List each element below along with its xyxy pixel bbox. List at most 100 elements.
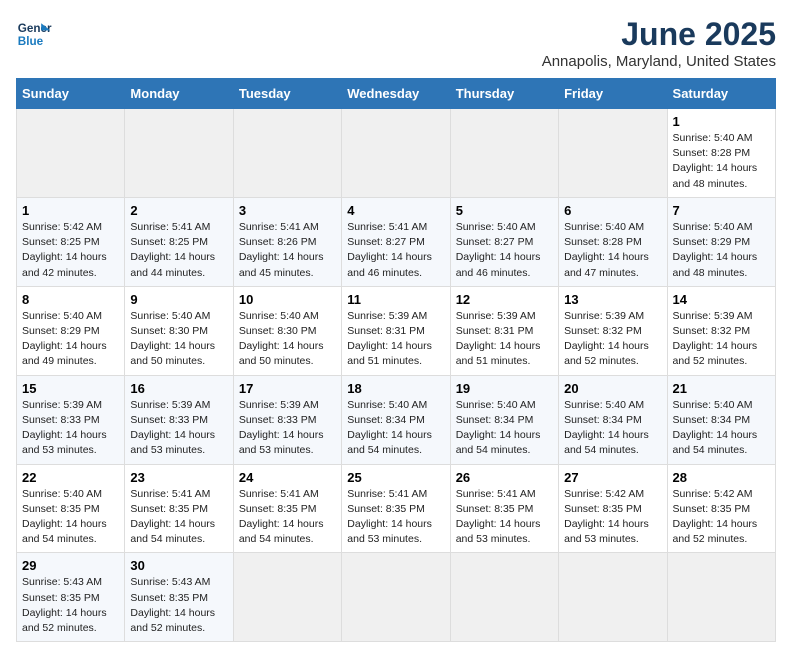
calendar-cell <box>233 553 341 642</box>
day-number: 4 <box>347 203 444 218</box>
day-detail: Sunrise: 5:40 AM Sunset: 8:27 PM Dayligh… <box>456 220 553 281</box>
day-detail: Sunrise: 5:39 AM Sunset: 8:31 PM Dayligh… <box>456 309 553 370</box>
month-title: June 2025 <box>542 16 776 53</box>
day-number: 1 <box>673 114 770 129</box>
calendar-cell: 5Sunrise: 5:40 AM Sunset: 8:27 PM Daylig… <box>450 197 558 286</box>
logo-icon: General Blue <box>16 16 52 52</box>
day-number: 29 <box>22 558 119 573</box>
day-detail: Sunrise: 5:40 AM Sunset: 8:34 PM Dayligh… <box>347 398 444 459</box>
day-detail: Sunrise: 5:43 AM Sunset: 8:35 PM Dayligh… <box>130 575 227 636</box>
calendar-cell: 15 Sunrise: 5:39 AM Sunset: 8:33 PM Dayli… <box>17 375 125 464</box>
day-detail: Sunrise: 5:40 AM Sunset: 8:29 PM Dayligh… <box>22 309 119 370</box>
day-number: 21 <box>673 381 770 396</box>
calendar-cell <box>125 109 233 198</box>
calendar-cell <box>233 109 341 198</box>
location-title: Annapolis, Maryland, United States <box>542 53 776 70</box>
calendar-cell: 24Sunrise: 5:41 AM Sunset: 8:35 PM Dayli… <box>233 464 341 553</box>
calendar-cell: 25Sunrise: 5:41 AM Sunset: 8:35 PM Dayli… <box>342 464 450 553</box>
day-number: 27 <box>564 470 661 485</box>
day-detail: Sunrise: 5:39 AM Sunset: 8:33 PM Dayligh… <box>22 398 119 459</box>
day-number: 18 <box>347 381 444 396</box>
day-number: 1 <box>22 203 119 218</box>
header-monday: Monday <box>125 79 233 109</box>
calendar-cell: 27 Sunrise: 5:42 AM Sunset: 8:35 PM Dayli… <box>559 464 667 553</box>
day-detail: Sunrise: 5:43 AM Sunset: 8:35 PM Dayligh… <box>22 575 119 636</box>
calendar-cell: 6 Sunrise: 5:40 AM Sunset: 8:28 PM Daylig… <box>559 197 667 286</box>
day-number: 19 <box>456 381 553 396</box>
calendar-cell <box>450 109 558 198</box>
calendar-cell: 1Sunrise: 5:40 AM Sunset: 8:28 PM Daylig… <box>667 109 775 198</box>
calendar-week-row: 1Sunrise: 5:40 AM Sunset: 8:28 PM Daylig… <box>17 109 776 198</box>
svg-text:Blue: Blue <box>18 35 44 48</box>
day-detail: Sunrise: 5:41 AM Sunset: 8:35 PM Dayligh… <box>347 487 444 548</box>
calendar-cell: 26 Sunrise: 5:41 AM Sunset: 8:35 PM Dayli… <box>450 464 558 553</box>
day-detail: Sunrise: 5:40 AM Sunset: 8:34 PM Dayligh… <box>673 398 770 459</box>
day-detail: Sunrise: 5:40 AM Sunset: 8:28 PM Dayligh… <box>564 220 661 281</box>
day-detail: Sunrise: 5:40 AM Sunset: 8:34 PM Dayligh… <box>564 398 661 459</box>
calendar-week-row: 8 Sunrise: 5:40 AM Sunset: 8:29 PM Daylig… <box>17 286 776 375</box>
day-detail: Sunrise: 5:39 AM Sunset: 8:33 PM Dayligh… <box>130 398 227 459</box>
logo: General Blue <box>16 16 52 52</box>
calendar-cell: 28Sunrise: 5:42 AM Sunset: 8:35 PM Dayli… <box>667 464 775 553</box>
day-number: 23 <box>130 470 227 485</box>
calendar-cell: 11 Sunrise: 5:39 AM Sunset: 8:31 PM Dayli… <box>342 286 450 375</box>
calendar-week-row: 15 Sunrise: 5:39 AM Sunset: 8:33 PM Dayli… <box>17 375 776 464</box>
calendar-cell: 4 Sunrise: 5:41 AM Sunset: 8:27 PM Daylig… <box>342 197 450 286</box>
calendar-cell <box>342 553 450 642</box>
day-detail: Sunrise: 5:41 AM Sunset: 8:35 PM Dayligh… <box>130 487 227 548</box>
day-number: 17 <box>239 381 336 396</box>
day-number: 13 <box>564 292 661 307</box>
day-detail: Sunrise: 5:41 AM Sunset: 8:27 PM Dayligh… <box>347 220 444 281</box>
calendar-cell <box>559 553 667 642</box>
title-area: June 2025 Annapolis, Maryland, United St… <box>542 16 776 70</box>
calendar-cell: 23 Sunrise: 5:41 AM Sunset: 8:35 PM Dayli… <box>125 464 233 553</box>
calendar-cell: 19 Sunrise: 5:40 AM Sunset: 8:34 PM Dayli… <box>450 375 558 464</box>
day-detail: Sunrise: 5:39 AM Sunset: 8:32 PM Dayligh… <box>564 309 661 370</box>
calendar-cell <box>17 109 125 198</box>
calendar-cell: 9Sunrise: 5:40 AM Sunset: 8:30 PM Daylig… <box>125 286 233 375</box>
day-detail: Sunrise: 5:42 AM Sunset: 8:35 PM Dayligh… <box>673 487 770 548</box>
calendar-cell: 3 Sunrise: 5:41 AM Sunset: 8:26 PM Daylig… <box>233 197 341 286</box>
day-detail: Sunrise: 5:41 AM Sunset: 8:26 PM Dayligh… <box>239 220 336 281</box>
day-number: 22 <box>22 470 119 485</box>
header-friday: Friday <box>559 79 667 109</box>
day-detail: Sunrise: 5:39 AM Sunset: 8:31 PM Dayligh… <box>347 309 444 370</box>
day-number: 7 <box>673 203 770 218</box>
day-number: 15 <box>22 381 119 396</box>
header-saturday: Saturday <box>667 79 775 109</box>
calendar-cell: 17Sunrise: 5:39 AM Sunset: 8:33 PM Dayli… <box>233 375 341 464</box>
calendar-cell: 22Sunrise: 5:40 AM Sunset: 8:35 PM Dayli… <box>17 464 125 553</box>
calendar-cell <box>667 553 775 642</box>
day-number: 10 <box>239 292 336 307</box>
day-number: 8 <box>22 292 119 307</box>
day-number: 26 <box>456 470 553 485</box>
calendar-cell: 21 Sunrise: 5:40 AM Sunset: 8:34 PM Dayli… <box>667 375 775 464</box>
day-detail: Sunrise: 5:40 AM Sunset: 8:34 PM Dayligh… <box>456 398 553 459</box>
day-number: 6 <box>564 203 661 218</box>
day-number: 3 <box>239 203 336 218</box>
day-number: 12 <box>456 292 553 307</box>
calendar-cell: 1 Sunrise: 5:42 AM Sunset: 8:25 PM Daylig… <box>17 197 125 286</box>
day-detail: Sunrise: 5:41 AM Sunset: 8:35 PM Dayligh… <box>456 487 553 548</box>
day-number: 30 <box>130 558 227 573</box>
calendar-cell <box>559 109 667 198</box>
day-number: 16 <box>130 381 227 396</box>
calendar-cell: 14Sunrise: 5:39 AM Sunset: 8:32 PM Dayli… <box>667 286 775 375</box>
day-number: 11 <box>347 292 444 307</box>
calendar-cell: 18 Sunrise: 5:40 AM Sunset: 8:34 PM Dayli… <box>342 375 450 464</box>
calendar-cell: 16 Sunrise: 5:39 AM Sunset: 8:33 PM Dayli… <box>125 375 233 464</box>
calendar-cell: 2Sunrise: 5:41 AM Sunset: 8:25 PM Daylig… <box>125 197 233 286</box>
day-detail: Sunrise: 5:41 AM Sunset: 8:35 PM Dayligh… <box>239 487 336 548</box>
header-thursday: Thursday <box>450 79 558 109</box>
calendar-week-row: 22Sunrise: 5:40 AM Sunset: 8:35 PM Dayli… <box>17 464 776 553</box>
calendar-cell: 29 Sunrise: 5:43 AM Sunset: 8:35 PM Dayli… <box>17 553 125 642</box>
day-detail: Sunrise: 5:42 AM Sunset: 8:35 PM Dayligh… <box>564 487 661 548</box>
calendar-week-row: 29 Sunrise: 5:43 AM Sunset: 8:35 PM Dayli… <box>17 553 776 642</box>
day-number: 14 <box>673 292 770 307</box>
day-number: 2 <box>130 203 227 218</box>
calendar-cell: 13 Sunrise: 5:39 AM Sunset: 8:32 PM Dayli… <box>559 286 667 375</box>
day-detail: Sunrise: 5:40 AM Sunset: 8:30 PM Dayligh… <box>239 309 336 370</box>
calendar-week-row: 1 Sunrise: 5:42 AM Sunset: 8:25 PM Daylig… <box>17 197 776 286</box>
day-detail: Sunrise: 5:42 AM Sunset: 8:25 PM Dayligh… <box>22 220 119 281</box>
calendar-cell: 8 Sunrise: 5:40 AM Sunset: 8:29 PM Daylig… <box>17 286 125 375</box>
